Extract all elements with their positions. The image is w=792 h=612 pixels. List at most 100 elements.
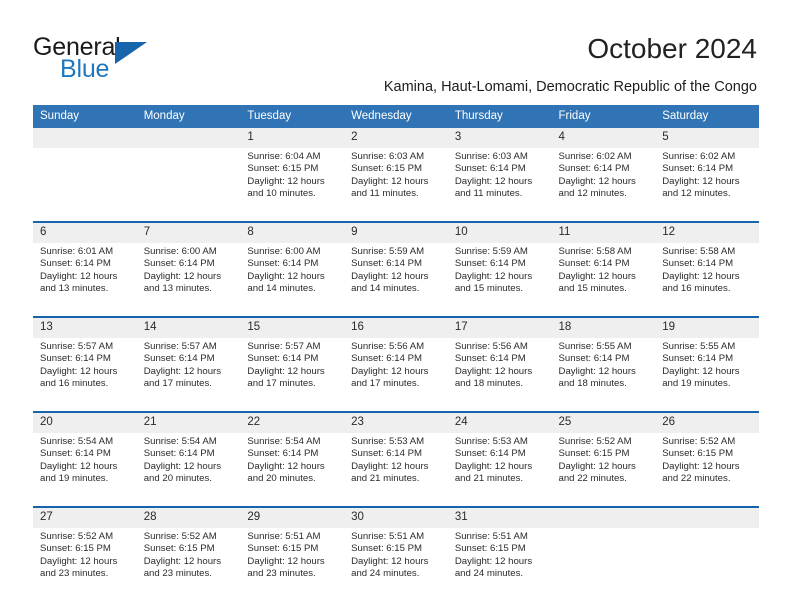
day-detail-7[interactable]: Sunrise: 6:00 AM Sunset: 6:14 PM Daylight:… <box>136 243 241 316</box>
day-detail-line: and 21 minutes. <box>351 473 420 485</box>
day-detail-line: Daylight: 12 hours <box>247 270 325 282</box>
day-detail-line: Sunset: 6:15 PM <box>247 163 319 175</box>
day-detail-23[interactable]: Sunrise: 5:53 AM Sunset: 6:14 PM Daylight:… <box>344 433 448 506</box>
day-detail-14[interactable]: Sunrise: 5:57 AM Sunset: 6:14 PM Daylight:… <box>136 338 241 411</box>
day-number-29[interactable]: 29 <box>240 508 345 528</box>
day-detail-line: Daylight: 12 hours <box>247 555 325 567</box>
day-number-empty <box>551 508 656 528</box>
day-number-30[interactable]: 30 <box>344 508 448 528</box>
day-number-11[interactable]: 11 <box>551 223 656 243</box>
day-number-4[interactable]: 4 <box>551 128 656 148</box>
day-number-16[interactable]: 16 <box>344 318 448 338</box>
day-number-21[interactable]: 21 <box>136 413 241 433</box>
day-detail-line: and 14 minutes. <box>351 283 420 295</box>
day-detail-8[interactable]: Sunrise: 6:00 AM Sunset: 6:14 PM Daylight:… <box>240 243 345 316</box>
day-number-26[interactable]: 26 <box>655 413 759 433</box>
day-detail-line: Sunrise: 5:59 AM <box>454 246 528 257</box>
day-detail-line: Sunrise: 5:52 AM <box>558 436 632 447</box>
day-number-18[interactable]: 18 <box>551 318 656 338</box>
day-number-13[interactable]: 13 <box>33 318 137 338</box>
day-detail-line: Sunrise: 5:57 AM <box>40 341 114 352</box>
day-detail-10[interactable]: Sunrise: 5:59 AM Sunset: 6:14 PM Daylight:… <box>447 243 552 316</box>
day-detail-line: Sunset: 6:14 PM <box>351 353 423 365</box>
day-detail-line: Sunset: 6:14 PM <box>143 258 215 270</box>
day-detail-line: and 20 minutes. <box>247 473 316 485</box>
day-number-17[interactable]: 17 <box>447 318 552 338</box>
day-detail-line: Sunrise: 5:55 AM <box>558 341 632 352</box>
day-number-28[interactable]: 28 <box>136 508 241 528</box>
day-detail-line: Sunrise: 5:54 AM <box>247 436 321 447</box>
day-number-12[interactable]: 12 <box>655 223 759 243</box>
day-detail-18[interactable]: Sunrise: 5:55 AM Sunset: 6:14 PM Daylight:… <box>551 338 656 411</box>
day-number-1[interactable]: 1 <box>240 128 345 148</box>
day-detail-19[interactable]: Sunrise: 5:55 AM Sunset: 6:14 PM Daylight:… <box>655 338 759 411</box>
day-detail-line: Daylight: 12 hours <box>247 460 325 472</box>
day-detail-28[interactable]: Sunrise: 5:52 AM Sunset: 6:15 PM Daylight:… <box>136 528 241 601</box>
day-detail-line: Daylight: 12 hours <box>662 365 740 377</box>
day-detail-29[interactable]: Sunrise: 5:51 AM Sunset: 6:15 PM Daylight:… <box>240 528 345 601</box>
day-detail-line: Sunset: 6:15 PM <box>351 163 423 175</box>
day-detail-line: Sunrise: 6:04 AM <box>247 151 321 162</box>
day-detail-5[interactable]: Sunrise: 6:02 AM Sunset: 6:14 PM Daylight:… <box>655 148 759 221</box>
day-number-14[interactable]: 14 <box>136 318 241 338</box>
day-detail-11[interactable]: Sunrise: 5:58 AM Sunset: 6:14 PM Daylight:… <box>551 243 656 316</box>
week-date-number-row: 13 14 15 16 17 18 19 <box>33 318 759 338</box>
logo-text-blue: Blue <box>60 55 110 83</box>
day-detail-line: Sunset: 6:14 PM <box>143 353 215 365</box>
day-detail-4[interactable]: Sunrise: 6:02 AM Sunset: 6:14 PM Daylight:… <box>551 148 656 221</box>
day-detail-line: Sunset: 6:15 PM <box>662 448 734 460</box>
general-blue-logo[interactable]: General Blue <box>33 33 263 85</box>
day-detail-15[interactable]: Sunrise: 5:57 AM Sunset: 6:14 PM Daylight:… <box>240 338 345 411</box>
day-detail-6[interactable]: Sunrise: 6:01 AM Sunset: 6:14 PM Daylight:… <box>33 243 137 316</box>
day-number-7[interactable]: 7 <box>136 223 241 243</box>
day-number-6[interactable]: 6 <box>33 223 137 243</box>
day-detail-24[interactable]: Sunrise: 5:53 AM Sunset: 6:14 PM Daylight:… <box>447 433 552 506</box>
day-detail-31[interactable]: Sunrise: 5:51 AM Sunset: 6:15 PM Daylight:… <box>447 528 552 601</box>
day-number-3[interactable]: 3 <box>447 128 552 148</box>
day-detail-30[interactable]: Sunrise: 5:51 AM Sunset: 6:15 PM Daylight:… <box>344 528 448 601</box>
day-detail-line: Sunset: 6:14 PM <box>662 163 734 175</box>
day-detail-3[interactable]: Sunrise: 6:03 AM Sunset: 6:14 PM Daylight:… <box>447 148 552 221</box>
week-detail-row: Sunrise: 6:01 AM Sunset: 6:14 PM Daylight:… <box>33 243 759 316</box>
day-number-10[interactable]: 10 <box>447 223 552 243</box>
day-number-9[interactable]: 9 <box>344 223 448 243</box>
day-detail-line: Sunset: 6:14 PM <box>662 258 734 270</box>
day-number-15[interactable]: 15 <box>240 318 345 338</box>
day-number-2[interactable]: 2 <box>344 128 448 148</box>
day-detail-line: Sunset: 6:15 PM <box>143 543 215 555</box>
day-detail-line: Sunrise: 5:57 AM <box>247 341 321 352</box>
day-number-24[interactable]: 24 <box>447 413 552 433</box>
day-detail-line: Daylight: 12 hours <box>662 460 740 472</box>
day-number-20[interactable]: 20 <box>33 413 137 433</box>
day-detail-line: Sunset: 6:14 PM <box>454 448 526 460</box>
day-detail-26[interactable]: Sunrise: 5:52 AM Sunset: 6:15 PM Daylight:… <box>655 433 759 506</box>
day-number-31[interactable]: 31 <box>447 508 552 528</box>
day-detail-line: Sunrise: 6:03 AM <box>454 151 528 162</box>
day-number-27[interactable]: 27 <box>33 508 137 528</box>
day-detail-12[interactable]: Sunrise: 5:58 AM Sunset: 6:14 PM Daylight:… <box>655 243 759 316</box>
day-detail-22[interactable]: Sunrise: 5:54 AM Sunset: 6:14 PM Daylight:… <box>240 433 345 506</box>
page-subtitle: Kamina, Haut-Lomami, Democratic Republic… <box>383 79 757 95</box>
day-number-5[interactable]: 5 <box>655 128 759 148</box>
day-number-22[interactable]: 22 <box>240 413 345 433</box>
day-detail-2[interactable]: Sunrise: 6:03 AM Sunset: 6:15 PM Daylight:… <box>344 148 448 221</box>
day-detail-16[interactable]: Sunrise: 5:56 AM Sunset: 6:14 PM Daylight:… <box>344 338 448 411</box>
day-number-19[interactable]: 19 <box>655 318 759 338</box>
day-detail-line: Daylight: 12 hours <box>454 365 533 377</box>
day-detail-27[interactable]: Sunrise: 5:52 AM Sunset: 6:15 PM Daylight:… <box>33 528 137 601</box>
day-detail-line: Sunset: 6:14 PM <box>143 448 215 460</box>
day-number-23[interactable]: 23 <box>344 413 448 433</box>
day-detail-20[interactable]: Sunrise: 5:54 AM Sunset: 6:14 PM Daylight:… <box>33 433 137 506</box>
day-number-25[interactable]: 25 <box>551 413 656 433</box>
week-date-number-row: 6 7 8 9 10 11 12 <box>33 223 759 243</box>
day-detail-1[interactable]: Sunrise: 6:04 AM Sunset: 6:15 PM Daylight:… <box>240 148 345 221</box>
day-detail-13[interactable]: Sunrise: 5:57 AM Sunset: 6:14 PM Daylight:… <box>33 338 137 411</box>
day-detail-17[interactable]: Sunrise: 5:56 AM Sunset: 6:14 PM Daylight:… <box>447 338 552 411</box>
day-detail-line: Sunrise: 6:00 AM <box>143 246 217 257</box>
day-detail-25[interactable]: Sunrise: 5:52 AM Sunset: 6:15 PM Daylight:… <box>551 433 656 506</box>
week-detail-row: Sunrise: 5:57 AM Sunset: 6:14 PM Daylight:… <box>33 338 759 411</box>
day-detail-line: and 16 minutes. <box>662 283 731 295</box>
day-detail-21[interactable]: Sunrise: 5:54 AM Sunset: 6:14 PM Daylight:… <box>136 433 241 506</box>
day-number-8[interactable]: 8 <box>240 223 345 243</box>
day-detail-9[interactable]: Sunrise: 5:59 AM Sunset: 6:14 PM Daylight:… <box>344 243 448 316</box>
